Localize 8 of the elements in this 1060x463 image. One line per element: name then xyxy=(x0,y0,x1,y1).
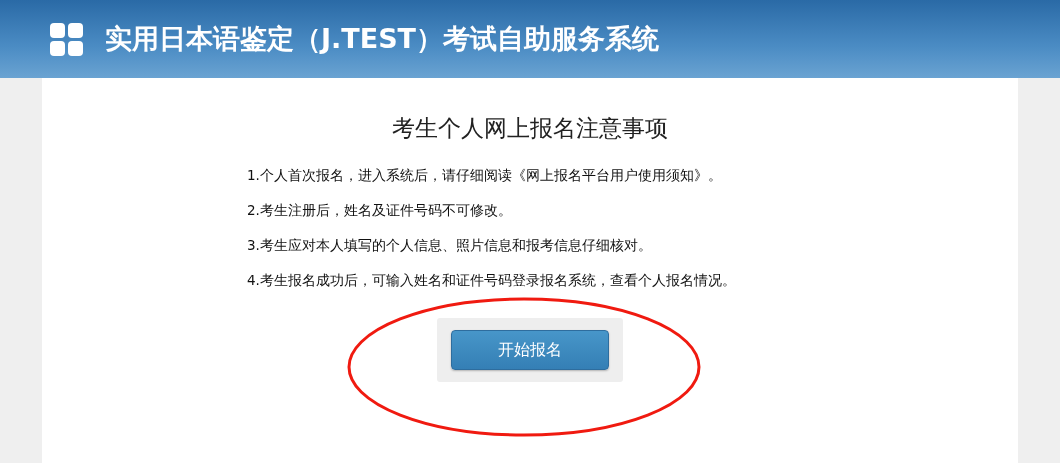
notice-item: 3.考生应对本人填写的个人信息、照片信息和报考信息仔细核对。 xyxy=(247,236,653,255)
site-title: 实用日本语鉴定（J.TEST）考试自助服务系统 xyxy=(105,22,660,56)
notice-item: 1.个人首次报名，进入系统后，请仔细阅读《网上报名平台用户使用须知》。 xyxy=(247,166,723,185)
notice-item: 2.考生注册后，姓名及证件号码不可修改。 xyxy=(247,201,513,220)
grid-icon xyxy=(50,22,83,56)
notice-title: 考生个人网上报名注意事项 xyxy=(392,114,668,143)
start-registration-button[interactable]: 开始报名 xyxy=(451,330,609,370)
notice-item: 4.考生报名成功后，可输入姓名和证件号码登录报名系统，查看个人报名情况。 xyxy=(247,271,736,290)
